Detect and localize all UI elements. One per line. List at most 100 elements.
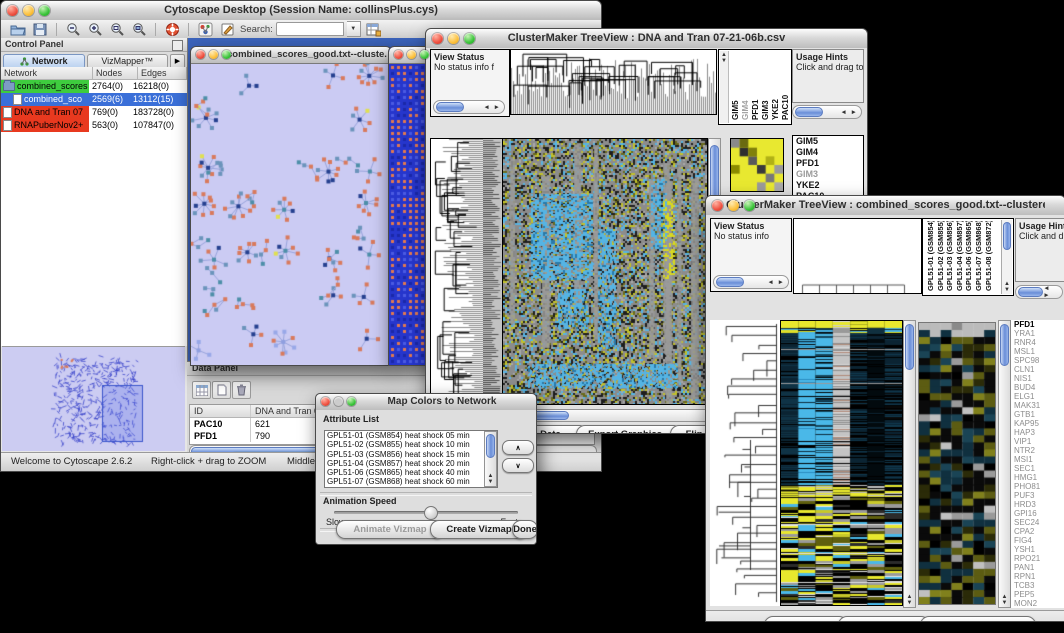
column-dendrogram[interactable] <box>793 218 922 294</box>
zoom-column-scrollbar[interactable]: ▲▼ <box>720 51 729 123</box>
done-button[interactable]: Done <box>512 520 537 539</box>
treeview-dna-titlebar[interactable]: ClusterMaker TreeView : DNA and Tran 07-… <box>426 29 867 49</box>
zoom-selected-icon[interactable] <box>130 22 148 37</box>
row-dendrogram[interactable] <box>430 138 483 405</box>
zoom-out-icon[interactable] <box>64 22 82 37</box>
gene-label: NIS1 <box>1011 374 1064 383</box>
close-button[interactable] <box>432 33 443 44</box>
network-row[interactable]: combined_sco2569(6)13112(15) <box>1 93 187 106</box>
gene-label: PHO81 <box>1011 482 1064 491</box>
search-dropdown-button[interactable]: ▼ <box>347 21 361 37</box>
zoom-button[interactable] <box>420 50 429 59</box>
zoom-in-icon[interactable] <box>86 22 104 37</box>
column-labels: GPL51-01 (GSM854)GPL51-02 (GSM855)GPL51-… <box>926 221 993 291</box>
gene-label: HAP3 <box>1011 428 1064 437</box>
save-data-button[interactable]: Save Data... <box>838 616 930 622</box>
attribute-list[interactable]: GPL51-01 (GSM854) heat shock 05 minGPL51… <box>324 430 498 488</box>
attribute-item[interactable]: GPL51-07 (GSM868) heat shock 60 min <box>325 477 497 486</box>
network-tab-icon <box>20 57 29 66</box>
float-panel-icon[interactable] <box>172 40 183 51</box>
settings-button[interactable]: Settings... <box>764 616 848 622</box>
animate-vizmap-button[interactable]: Animate Vizmap <box>336 520 444 539</box>
select-attributes-icon[interactable] <box>192 381 211 399</box>
dialog-titlebar[interactable]: Map Colors to Network <box>316 394 536 411</box>
usage-hints-scrollbar[interactable]: ◄ ► <box>1015 285 1063 299</box>
toolbar-separator <box>188 23 189 36</box>
close-button[interactable] <box>394 50 403 59</box>
network-row[interactable]: DNA and Tran 07769(0)183728(0) <box>1 106 187 119</box>
minimize-button[interactable] <box>23 5 34 16</box>
global-heatmap[interactable] <box>780 320 903 606</box>
network-canvas[interactable] <box>191 64 389 365</box>
minimize-button[interactable] <box>209 50 218 59</box>
attribute-item[interactable]: GPL51-06 (GSM865) heat shock 40 min <box>325 468 497 477</box>
minimize-button[interactable] <box>407 50 416 59</box>
global-heatmap[interactable] <box>502 138 708 405</box>
zoom-button[interactable] <box>222 50 231 59</box>
gene-label: MON2 <box>1011 599 1064 608</box>
network-view-titlebar[interactable]: combined_scores_good.txt--cluste... <box>191 47 391 64</box>
window-controls <box>321 397 356 406</box>
annotation-icon[interactable] <box>218 22 236 37</box>
zoom-button[interactable] <box>347 397 356 406</box>
help-lifering-icon[interactable] <box>163 22 181 37</box>
zoom-button[interactable] <box>39 5 50 16</box>
view-status-scrollbar[interactable]: ◄ ► <box>713 275 789 289</box>
open-session-button[interactable] <box>9 22 27 37</box>
gene-label: HMG1 <box>1011 473 1064 482</box>
gene-label: GIM5 <box>793 136 863 147</box>
close-button[interactable] <box>7 5 18 16</box>
zoom-button[interactable] <box>464 33 475 44</box>
new-attribute-icon[interactable] <box>212 381 231 399</box>
slider-thumb[interactable] <box>424 506 438 520</box>
animation-speed-slider[interactable] <box>334 511 518 514</box>
gene-label: GIM3 <box>793 169 863 180</box>
export-graphics-button[interactable]: Export Graphics... <box>576 425 682 434</box>
network-row[interactable]: combined_scores2764(0)16218(0) <box>1 80 187 93</box>
attribute-item[interactable]: GPL51-03 (GSM856) heat shock 15 min <box>325 450 497 459</box>
birds-eye-view[interactable] <box>2 346 185 451</box>
close-button[interactable] <box>712 200 723 211</box>
treeview-combined-title: ClusterMaker TreeView : combined_scores_… <box>726 199 1045 211</box>
column-labels-scrollbar[interactable]: ▲▼ <box>1001 220 1012 294</box>
export-graphics-button[interactable]: Export Graphics... <box>920 616 1036 622</box>
gene-label: MSI1 <box>1011 455 1064 464</box>
treeview-combined-titlebar[interactable]: ClusterMaker TreeView : combined_scores_… <box>706 196 1064 216</box>
table-import-icon[interactable] <box>365 22 383 37</box>
search-area: Search: ▼ <box>240 21 361 37</box>
minimize-button[interactable] <box>448 33 459 44</box>
minimize-button[interactable] <box>334 397 343 406</box>
minimize-button[interactable] <box>728 200 739 211</box>
zoom-heatmap[interactable] <box>918 322 996 605</box>
global-vscrollbar[interactable]: ▲▼ <box>903 320 916 608</box>
status-hint-zoom: Right-click + drag to ZOOM <box>151 456 266 467</box>
attribute-list-scrollbar[interactable]: ▲▼ <box>484 431 497 487</box>
column-dendrogram[interactable] <box>510 49 717 115</box>
close-button[interactable] <box>321 397 330 406</box>
gene-label: RPN1 <box>1011 572 1064 581</box>
column-label: PAC10 <box>781 52 791 120</box>
column-label: GPL51-04 (GSM857) <box>955 221 965 291</box>
move-down-button[interactable]: ∨ <box>502 458 534 473</box>
move-up-button[interactable]: ∧ <box>502 440 534 455</box>
gene-label: YSH1 <box>1011 545 1064 554</box>
close-button[interactable] <box>196 50 205 59</box>
main-titlebar[interactable]: Cytoscape Desktop (Session Name: collins… <box>1 1 601 21</box>
usage-hints-scrollbar[interactable]: ◄ ► <box>792 105 862 119</box>
attribute-item[interactable]: GPL51-01 (GSM854) heat shock 05 min <box>325 431 497 440</box>
delete-attribute-icon[interactable] <box>232 381 251 399</box>
view-status-scrollbar[interactable]: ◄ ► <box>433 100 505 114</box>
network-view-title: combined_scores_good.txt--cluste... <box>227 49 387 60</box>
vizmapper-icon[interactable] <box>196 22 214 37</box>
row-dendrogram[interactable] <box>710 320 780 606</box>
attribute-item[interactable]: GPL51-04 (GSM857) heat shock 20 min <box>325 459 497 468</box>
zoom-heatmap[interactable] <box>730 138 784 192</box>
window-controls <box>196 50 231 59</box>
network-row[interactable]: RNAPuberNov2+563(0)107847(0) <box>1 119 187 132</box>
search-input[interactable] <box>276 22 344 36</box>
attribute-item[interactable]: GPL51-02 (GSM855) heat shock 10 min <box>325 440 497 449</box>
zoom-fit-icon[interactable] <box>108 22 126 37</box>
save-session-button[interactable] <box>31 22 49 37</box>
zoom-button[interactable] <box>744 200 755 211</box>
gene-label: RNR4 <box>1011 338 1064 347</box>
